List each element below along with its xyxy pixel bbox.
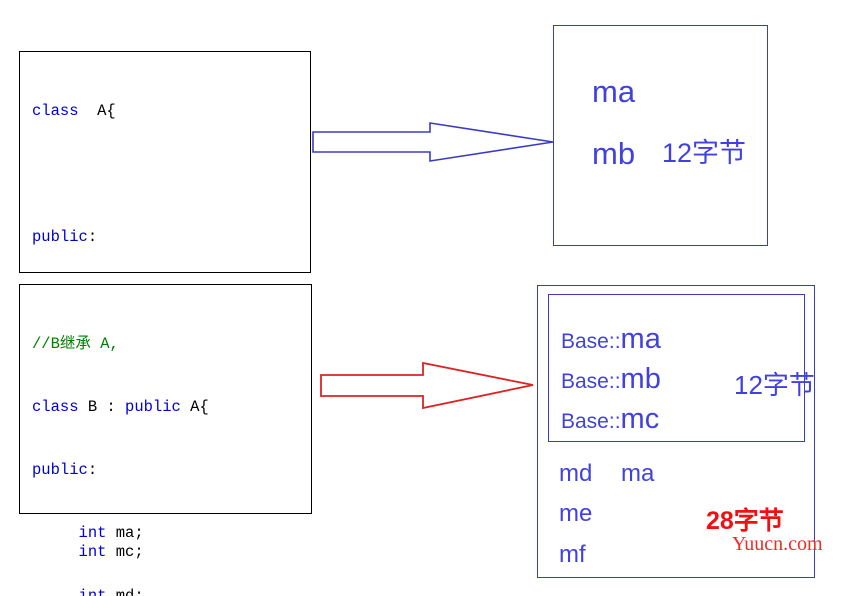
watermark-text: Yuucn.com	[732, 533, 823, 555]
code-line: public:	[32, 461, 98, 479]
base-member-ma: ma	[592, 74, 636, 109]
base-member: ma	[620, 323, 661, 355]
inherited-row: Base::mc	[561, 403, 659, 436]
base-member: mb	[620, 363, 661, 395]
code-line-comment: //B继承 A,	[32, 335, 119, 353]
code-line: int ma;	[78, 524, 144, 542]
inherited-size-label: 12字节	[734, 370, 815, 400]
base-prefix: Base::	[561, 330, 621, 353]
base-memory-layout-box: ma mb 12字节	[553, 25, 768, 246]
derived-member-md: md	[559, 460, 593, 487]
base-prefix: Base::	[561, 370, 621, 393]
base-member: mc	[620, 403, 660, 435]
diagram-canvas: class A{ public: int ma; protcted: int m…	[0, 0, 848, 596]
arrow-derived-to-layout-icon	[320, 361, 534, 410]
class-b-code-box: //B继承 A, class B : public A{ public: int…	[19, 284, 312, 596]
code-line: int md;	[78, 587, 144, 596]
code-line: class B : public A{	[32, 398, 209, 416]
class-a-code-box: class A{ public: int ma; protcted: int m…	[19, 51, 311, 561]
derived-member-me: me	[559, 500, 593, 527]
base-size-label: 12字节	[662, 138, 747, 168]
arrow-base-to-layout-icon	[312, 122, 554, 162]
total-size-label: 28字节	[706, 507, 784, 535]
derived-member-mf: mf	[559, 541, 586, 568]
inherited-row: Base::mb	[561, 363, 661, 396]
base-prefix: Base::	[561, 410, 621, 433]
code-line: class A{	[32, 102, 116, 120]
inherited-base-subobject-box: Base::ma Base::mb Base::mc 12字节	[548, 294, 815, 442]
derived-member-ma: ma	[621, 460, 655, 487]
code-line: public:	[32, 228, 98, 246]
inherited-row: Base::ma	[561, 323, 661, 356]
base-member-mb: mb	[592, 136, 636, 171]
